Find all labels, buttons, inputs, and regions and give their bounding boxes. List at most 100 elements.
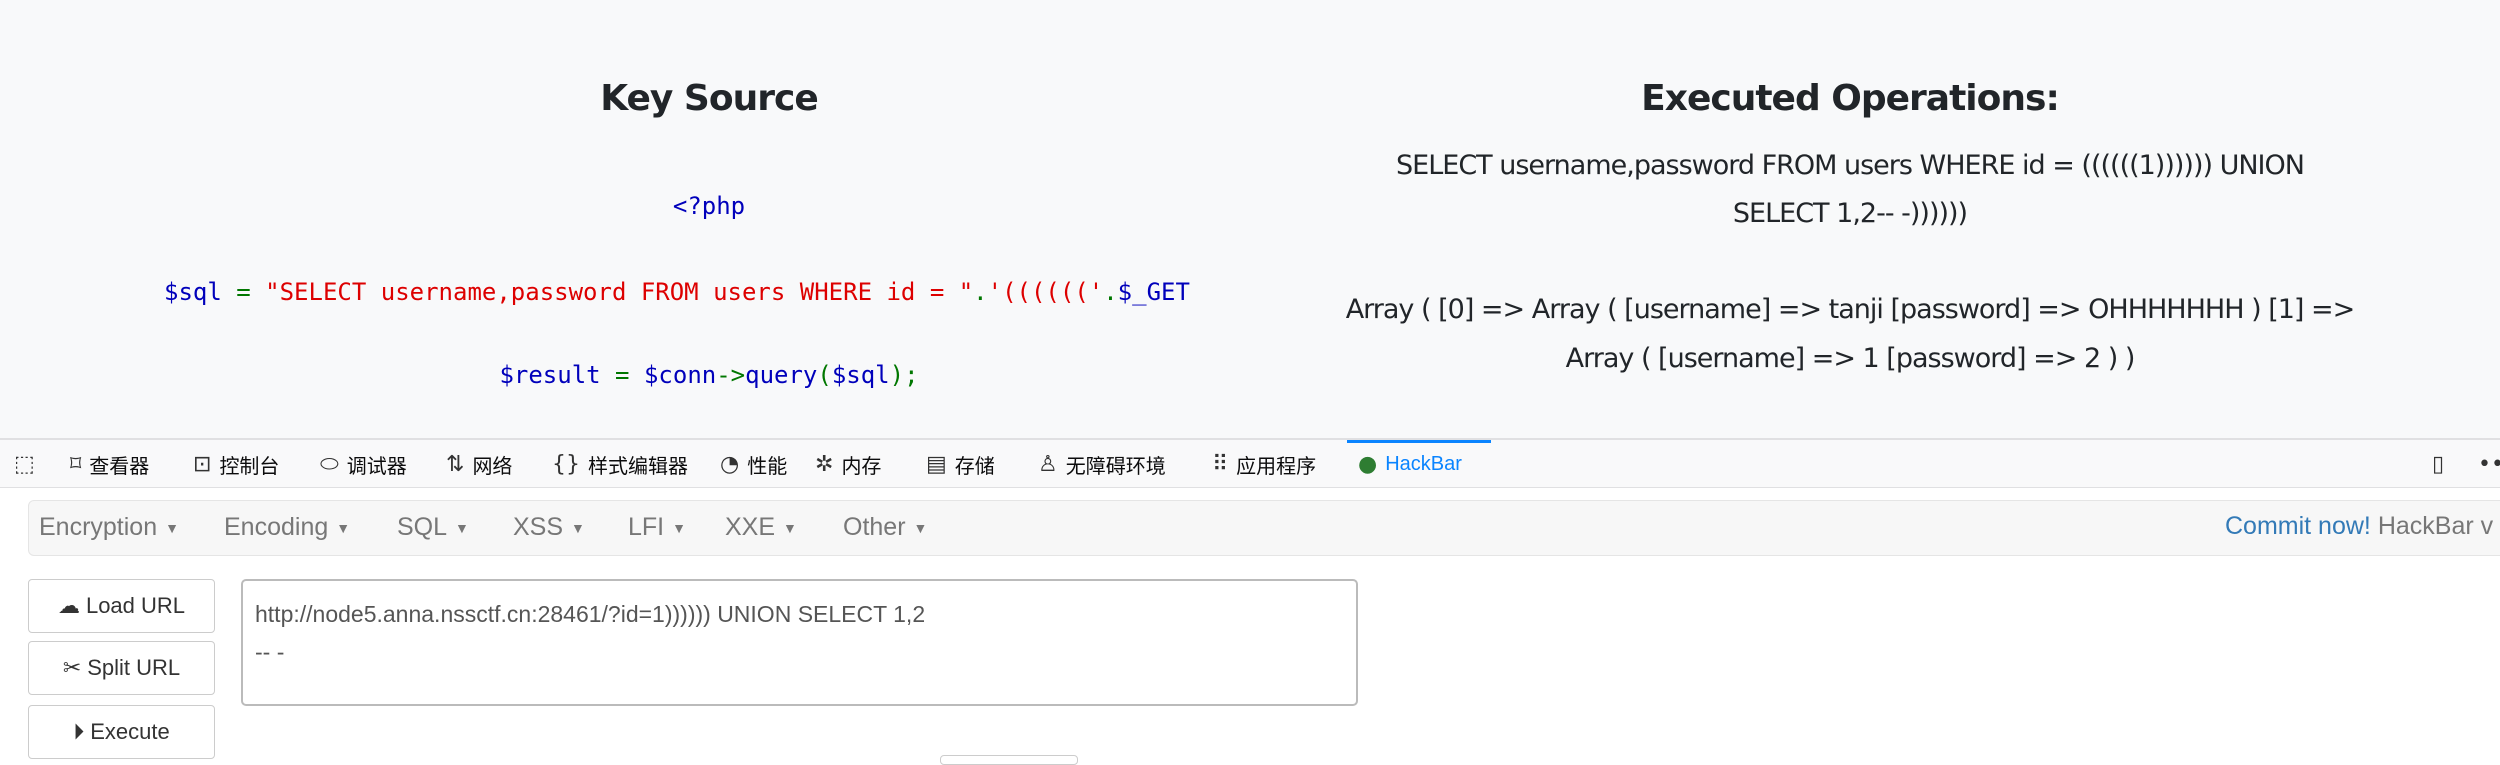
application-icon: ⠿ <box>1212 451 1229 477</box>
devtools-tab-1[interactable]: ⊡ 控制台 <box>193 440 279 488</box>
more-icon: •• <box>2478 451 2500 477</box>
devtools-tab-6[interactable]: ✲ 内存 <box>815 440 881 488</box>
tab-label: 样式编辑器 <box>588 455 688 478</box>
menu-label: Encryption <box>39 513 158 541</box>
query-line-2: SELECT 1,2-- -)))))) <box>1732 198 1968 229</box>
menu-label: Encoding <box>224 513 329 541</box>
devtools-tab-9[interactable]: ⠿ 应用程序 <box>1212 440 1316 488</box>
tab-label: 内存 <box>841 455 882 478</box>
devtools-tab-8[interactable]: ♙ 无障碍环境 <box>1038 440 1166 488</box>
menu-other[interactable]: Other ▼ <box>843 513 927 542</box>
menu-label: Other <box>843 513 906 541</box>
tab-label: 性能 <box>747 455 788 478</box>
commit-text: HackBar v <box>2370 512 2494 540</box>
menu-xss[interactable]: XSS ▼ <box>513 513 585 542</box>
tab-label: 存储 <box>954 455 995 478</box>
url-textarea[interactable]: http://node5.anna.nssctf.cn:28461/?id=1)… <box>241 579 1358 706</box>
sql-code-line: $sql = "SELECT username,password FROM us… <box>164 278 1190 306</box>
scissors-icon: ✂ <box>62 655 82 681</box>
devtools-tab-4[interactable]: {} 样式编辑器 <box>552 440 688 488</box>
menu-lfi[interactable]: LFI ▼ <box>628 513 686 542</box>
tab-label: 无障碍环境 <box>1065 455 1166 478</box>
page-content: Key Source <?php $sql = "SELECT username… <box>0 0 2500 438</box>
tab-label: 调试器 <box>346 455 407 478</box>
devtools-toolbar: ⬚ ⌑ 查看器 ⊡ 控制台 ⬭ 调试器 ⇅ 网络 {} 样式编辑器 ◔ 性能 ✲ 内存 ▤ 存储 ♙ 无障碍环境 ⠿… <box>0 438 2500 488</box>
caret-down-icon: ▼ <box>913 520 928 537</box>
menu-label: XXE <box>725 513 776 541</box>
more-options-button[interactable]: •• <box>2478 440 2500 488</box>
execute-button[interactable]: ⏵ Execute <box>28 705 215 759</box>
debugger-icon: ⬭ <box>320 451 339 477</box>
play-circle-icon: ⏵ <box>73 719 85 745</box>
code-token: query <box>745 361 818 389</box>
code-token: "SELECT username,password FROM users WHE… <box>265 278 974 306</box>
commit-notice: Commit now! HackBar v <box>2225 512 2493 541</box>
devtools-tab-7[interactable]: ▤ 存储 <box>926 440 995 488</box>
key-source-title: Key Source <box>600 78 818 119</box>
executed-operations-title: Executed Operations: <box>1641 78 2060 119</box>
element-picker-button[interactable]: ⬚ <box>14 440 35 488</box>
devtools-tab-2[interactable]: ⬭ 调试器 <box>320 440 407 488</box>
code-token: ); <box>889 361 919 389</box>
devtools-tab-0[interactable]: ⌑ 查看器 <box>70 440 149 488</box>
menu-label: LFI <box>628 513 665 541</box>
inspector-icon: ⌑ <box>70 451 82 477</box>
devtools-tab-5[interactable]: ◔ 性能 <box>720 440 787 488</box>
tab-label: 控制台 <box>219 455 280 478</box>
code-token: ( <box>817 361 832 389</box>
caret-down-icon: ▼ <box>165 520 179 537</box>
tab-label: HackBar <box>1385 452 1462 475</box>
devtools-tab-3[interactable]: ⇅ 网络 <box>446 440 512 488</box>
style-editor-icon: {} <box>552 451 580 477</box>
tab-label: 查看器 <box>89 455 150 478</box>
menu-encryption[interactable]: Encryption ▼ <box>39 513 179 542</box>
console-icon: ⊡ <box>193 451 212 477</box>
load-url-button[interactable]: ☁ Load URL <box>28 579 215 633</box>
query-line-1: SELECT username,password FROM users WHER… <box>1396 150 2305 181</box>
performance-icon: ◔ <box>720 451 740 477</box>
result-line-2: Array ( [username] => 1 [password] => 2 … <box>1565 343 2136 374</box>
menu-encoding[interactable]: Encoding ▼ <box>224 513 350 542</box>
split-url-button[interactable]: ✂ Split URL <box>28 641 215 695</box>
menu-label: XSS <box>513 513 564 541</box>
caret-down-icon: ▼ <box>672 520 686 537</box>
code-token: . <box>1103 278 1118 306</box>
code-token: $sql <box>831 361 890 389</box>
devtools-tab-10[interactable]: ● HackBar <box>1358 440 1462 488</box>
caret-down-icon: ▼ <box>336 520 351 537</box>
hackbar-menu: Encryption ▼ Encoding ▼ SQL ▼ XSS ▼ LFI ▼ XXE ▼ Othe… <box>28 500 2500 556</box>
menu-xxe[interactable]: XXE ▼ <box>725 513 797 542</box>
menu-sql[interactable]: SQL ▼ <box>397 513 469 542</box>
execute-label: Execute <box>90 719 170 744</box>
partial-button[interactable] <box>940 755 1078 765</box>
storage-icon: ▤ <box>926 451 947 477</box>
code-token: -> <box>716 361 746 389</box>
load-url-label: Load URL <box>85 593 186 618</box>
menu-label: SQL <box>397 513 448 541</box>
result-line-1: Array ( [0] => Array ( [username] => tan… <box>1345 294 2356 325</box>
code-token: = <box>221 278 266 306</box>
result-code-line: $result = $conn->query($sql); <box>0 361 1240 389</box>
accessibility-icon: ♙ <box>1038 451 1058 477</box>
split-url-label: Split URL <box>87 655 181 680</box>
picker-icon: ⬚ <box>14 451 35 477</box>
caret-down-icon: ▼ <box>571 520 585 537</box>
caret-down-icon: ▼ <box>783 520 797 537</box>
responsive-design-button[interactable]: ▯ <box>2432 440 2444 488</box>
hackbar-icon: ● <box>1358 451 1378 477</box>
caret-down-icon: ▼ <box>455 520 469 537</box>
tab-label: 网络 <box>472 455 513 478</box>
code-token: $sql <box>164 278 222 306</box>
commit-link[interactable]: Commit now! <box>2225 512 2371 540</box>
code-token: = <box>600 361 644 389</box>
cloud-download-icon: ☁ <box>57 593 80 619</box>
network-icon: ⇅ <box>446 451 465 477</box>
code-token: $conn <box>643 361 717 389</box>
code-token: . <box>973 278 988 306</box>
code-token: $result <box>499 361 601 389</box>
memory-icon: ✲ <box>815 451 834 477</box>
php-open-tag: <?php <box>672 192 746 220</box>
code-token: '((((((' <box>987 278 1104 306</box>
code-token: $_GET <box>1117 278 1190 306</box>
responsive-icon: ▯ <box>2432 451 2445 477</box>
